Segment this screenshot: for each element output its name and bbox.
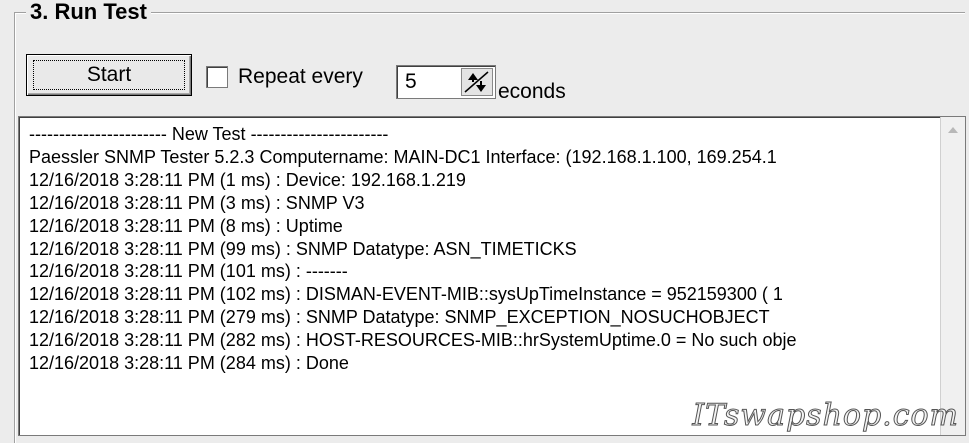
repeat-label: Repeat every: [238, 65, 363, 88]
spin-arrows-icon: [464, 71, 489, 93]
log-line: 12/16/2018 3:28:11 PM (284 ms) : Done: [29, 353, 349, 374]
repeat-checkbox[interactable]: [206, 66, 228, 88]
log-line: 12/16/2018 3:28:11 PM (282 ms) : HOST-RE…: [29, 330, 797, 351]
start-button-label: Start: [33, 60, 185, 90]
log-line: 12/16/2018 3:28:11 PM (1 ms) : Device: 1…: [29, 169, 466, 190]
seconds-label: econds: [498, 80, 566, 103]
interval-value[interactable]: 5: [405, 69, 417, 95]
log-line: 12/16/2018 3:28:11 PM (3 ms) : SNMP V3: [29, 192, 365, 213]
log-line: ----------------------- New Test -------…: [29, 124, 389, 144]
log-line: 12/16/2018 3:28:11 PM (101 ms) : -------: [29, 261, 348, 282]
vertical-scrollbar[interactable]: [940, 117, 965, 435]
spin-up-down-button[interactable]: [461, 68, 493, 96]
log-line: 12/16/2018 3:28:11 PM (279 ms) : SNMP Da…: [29, 307, 770, 328]
group-title: 3. Run Test: [26, 0, 151, 24]
log-line: 12/16/2018 3:28:11 PM (102 ms) : DISMAN-…: [29, 284, 783, 305]
log-line: Paessler SNMP Tester 5.2.3 Computername:…: [29, 146, 777, 167]
log-line: 12/16/2018 3:28:11 PM (99 ms) : SNMP Dat…: [29, 238, 577, 259]
run-test-panel: 3. Run Test Start Repeat every 5 econds …: [0, 0, 969, 443]
log-lines: ----------------------- New Test -------…: [29, 123, 951, 375]
log-line: 12/16/2018 3:28:11 PM (8 ms) : Uptime: [29, 215, 343, 236]
test-log-output[interactable]: ----------------------- New Test -------…: [18, 116, 966, 436]
scroll-up-arrow-icon: [948, 127, 958, 133]
interval-spin-field[interactable]: 5: [396, 65, 496, 99]
start-button[interactable]: Start: [26, 54, 192, 96]
scroll-up-button[interactable]: [943, 119, 963, 141]
